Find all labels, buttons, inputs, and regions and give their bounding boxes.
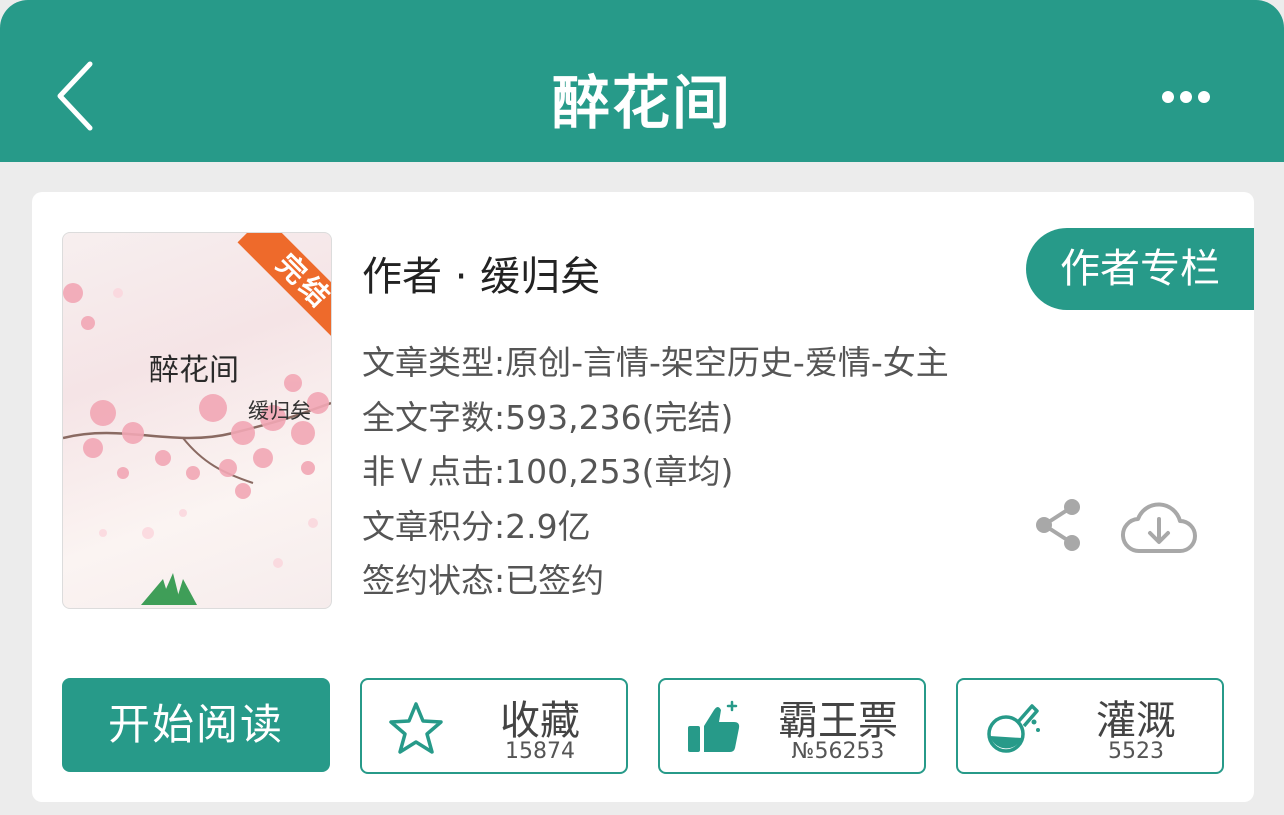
thumbs-up-icon [684, 698, 744, 758]
vote-count: №56253 [791, 739, 885, 764]
start-reading-button[interactable]: 开始阅读 [62, 678, 330, 772]
vote-label: 霸王票 [778, 698, 898, 744]
book-card: 醉花间 缓归矣 完结 作者 · 缓归矣 作者专栏 文章类型:原创-言情-架空历史… [32, 192, 1254, 802]
author-column-button[interactable]: 作者专栏 [1026, 228, 1254, 310]
info-sign-status: 签约状态:已签约 [362, 561, 605, 600]
info-clicks: 非Ｖ点击:100,253(章均) [362, 452, 734, 491]
info-word-count: 全文字数:593,236(完结) [362, 397, 734, 437]
water-label: 灌溉 [1096, 698, 1176, 744]
app-header: 醉花间 [0, 0, 1284, 162]
star-icon [386, 698, 446, 758]
page-title: 醉花间 [551, 69, 732, 137]
vote-button[interactable]: 霸王票 №56253 [658, 678, 926, 774]
download-icon[interactable] [1120, 497, 1198, 557]
more-icon[interactable] [1150, 80, 1220, 114]
favorite-button[interactable]: 收藏 15874 [360, 678, 628, 774]
book-cover[interactable]: 醉花间 缓归矣 完结 [62, 232, 332, 609]
water-count: 5523 [1108, 739, 1164, 764]
author-name[interactable]: 作者 · 缓归矣 [362, 244, 600, 302]
status-ribbon: 完结 [221, 233, 331, 343]
publisher-logo [141, 573, 197, 605]
favorite-count: 15874 [505, 739, 575, 764]
share-icon[interactable] [1032, 497, 1084, 553]
info-genre: 文章类型:原创-言情-架空历史-爱情-女主 [362, 343, 949, 382]
watering-flask-icon [982, 698, 1042, 758]
info-score: 文章积分:2.9亿 [362, 506, 591, 546]
status-ribbon-label: 完结 [237, 233, 331, 343]
book-info-list: 文章类型:原创-言情-架空历史-爱情-女主 全文字数:593,236(完结) 非… [362, 336, 949, 609]
water-button[interactable]: 灌溉 5523 [956, 678, 1224, 774]
cover-author: 缓归矣 [248, 399, 311, 423]
cover-title: 醉花间 [149, 353, 239, 388]
favorite-label: 收藏 [500, 698, 580, 744]
